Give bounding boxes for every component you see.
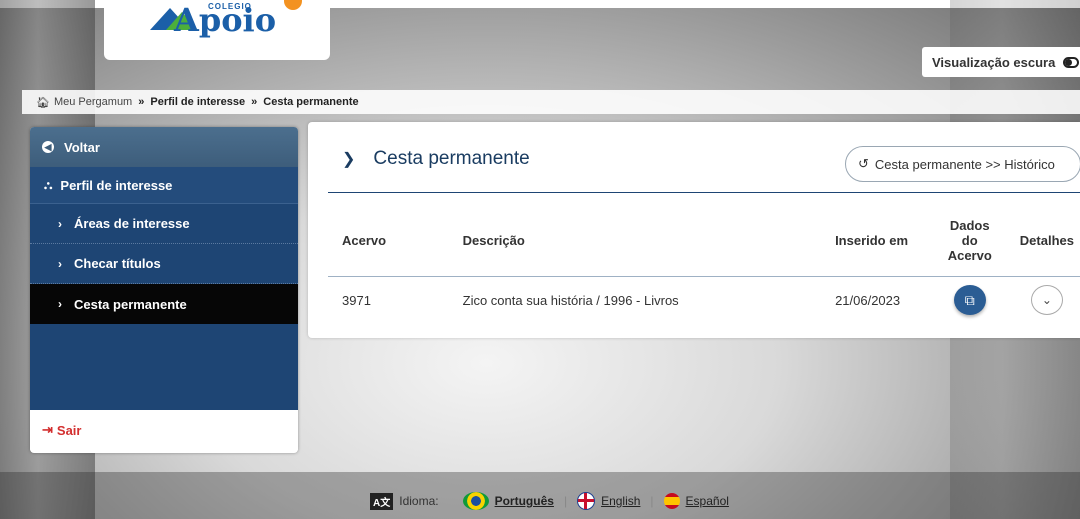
brazil-flag-icon bbox=[462, 492, 489, 510]
cell-descricao: Zico conta sua história / 1996 - Livros bbox=[462, 292, 679, 308]
column-header-inserido: Inserido em bbox=[821, 204, 934, 277]
breadcrumb-profile[interactable]: Perfil de interesse bbox=[150, 96, 245, 108]
sitemap-icon: ⛬ bbox=[44, 177, 53, 192]
home-icon: 🏠︎ bbox=[36, 96, 50, 109]
table-row: 3971 Zico conta sua história / 1996 - Li… bbox=[328, 277, 1080, 324]
dark-mode-toggle[interactable]: Visualização escura bbox=[922, 47, 1080, 77]
sidebar-item-label: Checar títulos bbox=[74, 256, 161, 271]
back-label: Voltar bbox=[64, 139, 100, 155]
breadcrumb-separator: » bbox=[138, 96, 145, 108]
back-button[interactable]: ◀ Voltar bbox=[30, 127, 298, 167]
breadcrumb-current: Cesta permanente bbox=[263, 96, 359, 108]
breadcrumb-separator: » bbox=[251, 96, 258, 108]
logo-dot bbox=[284, 0, 302, 10]
breadcrumb-home[interactable]: Meu Pergamum bbox=[54, 96, 132, 108]
language-divider: | bbox=[563, 494, 568, 508]
page-title-text: Cesta permanente bbox=[373, 148, 530, 169]
column-header-detalhes: Detalhes bbox=[1005, 204, 1080, 277]
history-icon: ↺ bbox=[858, 156, 869, 171]
sidebar-item-label: Cesta permanente bbox=[74, 296, 187, 312]
language-english[interactable]: English bbox=[601, 494, 640, 508]
dark-mode-label: Visualização escura bbox=[932, 54, 1056, 70]
table-header-row: Acervo Descrição Inserido em Dados do Ac… bbox=[328, 204, 1080, 277]
school-logo[interactable]: COLEGIO Apoio bbox=[104, 0, 330, 60]
exit-button[interactable]: ⇥ Sair bbox=[30, 410, 298, 450]
history-button-label: Cesta permanente >> Histórico bbox=[874, 156, 1055, 172]
main-panel: ❯ Cesta permanente ↺ Cesta permanente >>… bbox=[308, 122, 1080, 338]
sidebar: ◀ Voltar ⛬ Perfil de interesse › Áreas d… bbox=[30, 127, 298, 453]
results-table: Acervo Descrição Inserido em Dados do Ac… bbox=[328, 204, 1080, 323]
column-header-dados: Dados do Acervo bbox=[933, 204, 1006, 277]
external-link-icon[interactable]: ⧉ bbox=[953, 285, 986, 315]
chevron-right-icon: › bbox=[58, 216, 62, 231]
sidebar-item-permanent-basket[interactable]: › Cesta permanente bbox=[30, 284, 298, 324]
title-divider bbox=[328, 192, 1080, 193]
sidebar-filler bbox=[30, 324, 298, 410]
cell-detalhes: ⌄ bbox=[1006, 277, 1080, 324]
chevron-right-icon: › bbox=[58, 256, 62, 271]
toggle-icon bbox=[1063, 56, 1080, 68]
column-header-descricao: Descrição bbox=[448, 204, 822, 277]
language-divider: | bbox=[650, 494, 654, 508]
cell-dados: ⧉ bbox=[934, 277, 1006, 324]
page-title: ❯ Cesta permanente bbox=[342, 148, 530, 170]
language-label: Idioma: bbox=[399, 494, 439, 508]
sidebar-item-check-titles[interactable]: › Checar títulos bbox=[30, 244, 298, 284]
sidebar-section-label: Perfil de interesse bbox=[60, 177, 173, 193]
language-portugues[interactable]: Português bbox=[495, 494, 554, 508]
exit-label: Sair bbox=[56, 422, 82, 438]
sign-out-icon: ⇥ bbox=[42, 422, 53, 437]
sidebar-item-areas[interactable]: › Áreas de interesse bbox=[30, 204, 298, 244]
language-espanol[interactable]: Español bbox=[686, 494, 729, 508]
column-header-acervo: Acervo bbox=[328, 204, 449, 277]
breadcrumb: 🏠︎ Meu Pergamum » Perfil de interesse » … bbox=[22, 90, 1080, 114]
history-button[interactable]: ↺ Cesta permanente >> Histórico bbox=[845, 146, 1080, 182]
chevron-right-icon: › bbox=[58, 297, 62, 311]
language-selector: A文 Idioma: Português | English | Español bbox=[370, 492, 729, 510]
arrow-left-circle-icon: ◀ bbox=[42, 141, 54, 153]
cell-inserido: 21/06/2023 bbox=[835, 292, 901, 308]
uk-flag-icon bbox=[577, 492, 596, 510]
logo-text: Apoio bbox=[174, 1, 277, 39]
cell-acervo: 3971 bbox=[342, 292, 371, 308]
chevron-right-icon: ❯ bbox=[342, 151, 356, 168]
translate-icon: A文 bbox=[370, 492, 394, 510]
sidebar-section-profile[interactable]: ⛬ Perfil de interesse bbox=[30, 167, 298, 204]
chevron-down-icon[interactable]: ⌄ bbox=[1030, 285, 1063, 315]
spain-flag-icon bbox=[663, 493, 680, 509]
sidebar-item-label: Áreas de interesse bbox=[74, 216, 190, 231]
